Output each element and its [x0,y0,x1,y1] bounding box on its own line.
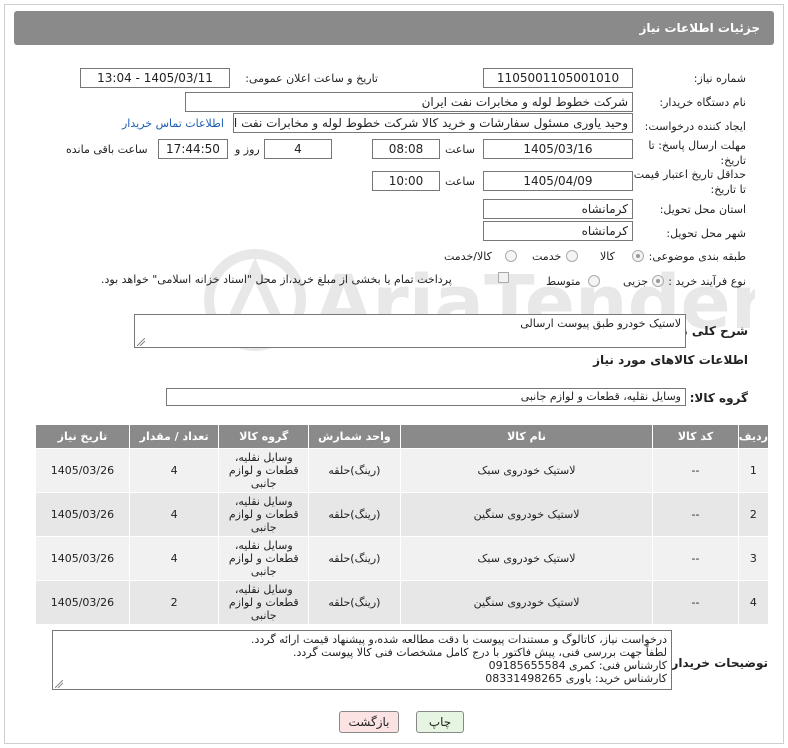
province-field[interactable]: کرمانشاه [483,199,633,219]
process-partial-radio[interactable] [652,275,664,287]
cell-date: 1405/03/26 [35,536,130,581]
buyer-notes-line: لطفاً جهت بررسی فنی، پیش فاکتور با درج ک… [293,646,667,659]
treasury-payment-checkbox[interactable] [498,272,509,283]
cell-group: وسایل نقلیه، قطعات و لوازم جانبی [218,448,310,493]
cell-group: وسایل نقلیه، قطعات و لوازم جانبی [218,492,310,537]
cell-row-number: 3 [737,536,770,581]
days-remaining-field: 4 [264,139,332,159]
category-goods-label: کالا [600,250,615,263]
cell-date: 1405/03/26 [35,492,130,537]
cell-qty: 4 [128,536,220,581]
col-header-name: نام کالا [399,424,654,449]
cell-unit: (رینگ)حلقه [308,492,401,537]
cell-code: -- [652,448,739,493]
process-medium-label: متوسط [546,275,581,288]
cell-row-number: 4 [737,580,770,625]
announce-field[interactable]: 1405/03/11 - 13:04 [80,68,230,88]
announce-label: تاریخ و ساعت اعلان عمومی: [245,72,378,85]
remaining-time-label: ساعت باقی مانده [66,143,148,156]
cell-qty: 4 [128,492,220,537]
reply-deadline-label: مهلت ارسال پاسخ: تا تاریخ: [648,139,746,167]
cell-code: -- [652,492,739,537]
cell-name: لاستیک خودروی سبک [399,448,654,493]
cell-date: 1405/03/26 [35,580,130,625]
treasury-payment-note: پرداخت تمام یا بخشی از مبلغ خرید،از محل … [101,273,452,286]
validity-label: حداقل تاریخ اعتبار قیمت: تا تاریخ: [630,168,746,196]
goods-section-title: اطلاعات کالاهای مورد نیاز [593,353,748,367]
goods-group-label: گروه کالا: [689,391,748,405]
col-header-qty: تعداد / مقدار [128,424,220,449]
cell-date: 1405/03/26 [35,448,130,493]
print-button[interactable]: چاپ [416,711,464,733]
cell-name: لاستیک خودروی سنگین [399,580,654,625]
reply-time-label: ساعت [445,143,475,156]
resize-grip-icon[interactable] [137,338,145,346]
cell-name: لاستیک خودروی سنگین [399,492,654,537]
cell-qty: 2 [128,580,220,625]
cell-code: -- [652,536,739,581]
category-service-label: خدمت [532,250,562,263]
table-row[interactable]: 1 -- لاستیک خودروی سبک (رینگ)حلقه وسایل … [35,448,770,493]
province-label: استان محل تحویل: [659,203,746,216]
reply-date-field[interactable]: 1405/03/16 [483,139,633,159]
goods-group-field[interactable]: وسایل نقلیه، قطعات و لوازم جانبی [166,388,686,406]
cell-row-number: 1 [737,448,770,493]
table-row[interactable]: 4 -- لاستیک خودروی سنگین (رینگ)حلقه وسای… [35,580,770,625]
back-button[interactable]: بازگشت [339,711,399,733]
category-both-radio[interactable] [505,250,517,262]
validity-date-field[interactable]: 1405/04/09 [483,171,633,191]
col-header-date: تاریخ نیاز [35,424,130,449]
buyer-notes-line: کارشناس فنی: کمری 09185655584 [488,659,667,672]
contact-buyer-link[interactable]: اطلاعات تماس خریدار [122,117,224,130]
cell-unit: (رینگ)حلقه [308,580,401,625]
summary-text: لاستیک خودرو طبق پیوست ارسالی [520,317,681,330]
buyer-notes-line: کارشناس خرید: یاوری 08331498265 [485,672,667,685]
buyer-notes-textarea[interactable]: درخواست نیاز، کاتالوگ و مستندات پیوست با… [52,630,672,690]
cell-unit: (رینگ)حلقه [308,448,401,493]
days-label: روز و [235,143,260,156]
table-row[interactable]: 3 -- لاستیک خودروی سبک (رینگ)حلقه وسایل … [35,536,770,581]
cell-group: وسایل نقلیه، قطعات و لوازم جانبی [218,580,310,625]
validity-time-label: ساعت [445,175,475,188]
cell-name: لاستیک خودروی سبک [399,536,654,581]
category-goods-radio[interactable] [632,250,644,262]
city-label: شهر محل تحویل: [666,227,746,240]
summary-textarea[interactable]: لاستیک خودرو طبق پیوست ارسالی [134,314,686,348]
buyer-label: نام دستگاه خریدار: [659,96,746,109]
table-header-row: ردیف کد کالا نام کالا واحد شمارش گروه کا… [35,424,770,449]
process-label: نوع فرآیند خرید : [668,275,746,288]
reply-time-field[interactable]: 08:08 [372,139,440,159]
cell-group: وسایل نقلیه، قطعات و لوازم جانبی [218,536,310,581]
cell-code: -- [652,580,739,625]
col-header-unit: واحد شمارش [308,424,401,449]
need-number-field[interactable]: 1105001105001010 [483,68,633,88]
category-service-radio[interactable] [566,250,578,262]
cell-unit: (رینگ)حلقه [308,536,401,581]
table-row[interactable]: 2 -- لاستیک خودروی سنگین (رینگ)حلقه وسای… [35,492,770,537]
city-field[interactable]: کرمانشاه [483,221,633,241]
remaining-time-field: 17:44:50 [158,139,228,159]
cell-row-number: 2 [737,492,770,537]
col-header-group: گروه کالا [218,424,310,449]
process-medium-radio[interactable] [588,275,600,287]
cell-qty: 4 [128,448,220,493]
items-table: ردیف کد کالا نام کالا واحد شمارش گروه کا… [35,424,770,625]
buyer-field[interactable]: شرکت خطوط لوله و مخابرات نفت ایران [185,92,633,112]
col-header-row-number: ردیف [737,424,770,449]
process-partial-label: جزیی [623,275,649,288]
col-header-code: کد کالا [652,424,739,449]
need-number-label: شماره نیاز: [693,72,746,85]
page-header: جزئیات اطلاعات نیاز [14,11,774,45]
creator-label: ایجاد کننده درخواست: [644,120,746,133]
validity-time-field[interactable]: 10:00 [372,171,440,191]
category-label: طبقه بندی موضوعی: [648,250,746,263]
resize-grip-icon[interactable] [55,680,63,688]
creator-field[interactable]: وحید یاوری مسئول سفارشات و خرید کالا شرک… [233,113,633,133]
category-both-label: کالا/خدمت [444,250,492,263]
buyer-notes-label: توضیحات خریدار: [666,656,768,670]
buyer-notes-line: درخواست نیاز، کاتالوگ و مستندات پیوست با… [251,633,667,646]
